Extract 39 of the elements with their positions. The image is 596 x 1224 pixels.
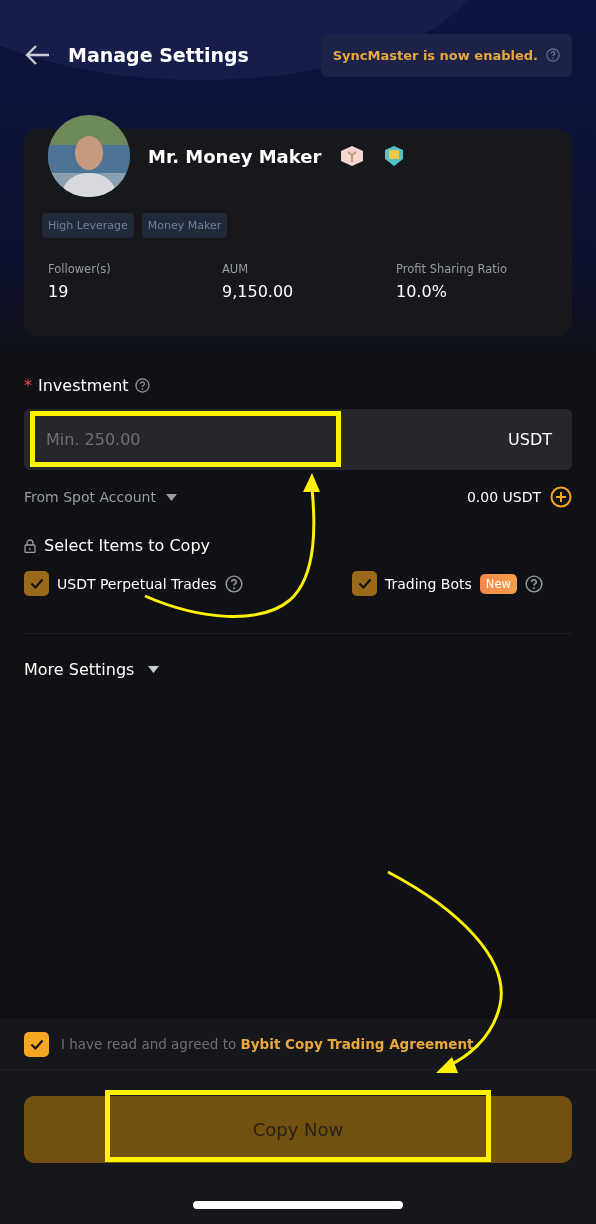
stat-value: 19 bbox=[48, 282, 70, 301]
more-settings-toggle[interactable]: More Settings bbox=[24, 660, 572, 679]
stat-value: 9,150.00 bbox=[222, 282, 295, 301]
unit-label: USDT bbox=[508, 430, 552, 449]
page-title: Manage Settings bbox=[68, 44, 249, 66]
trader-tag: High Leverage bbox=[42, 213, 134, 238]
caret-icon bbox=[165, 493, 177, 501]
trophy-badge-icon bbox=[383, 145, 406, 167]
caret-icon bbox=[148, 666, 160, 673]
balance-text: 0.00 USDT bbox=[466, 489, 541, 505]
agreement-text: I have read and agreed to Bybit Copy Trading Agreement bbox=[61, 1036, 474, 1052]
back-icon[interactable] bbox=[24, 44, 50, 66]
item-label: USDT Perpetual Trades bbox=[57, 575, 217, 592]
account-selector[interactable]: From Spot Account bbox=[24, 489, 177, 505]
help-icon[interactable] bbox=[224, 574, 243, 593]
required-mark: * bbox=[24, 376, 32, 395]
field-label: Investment bbox=[38, 376, 129, 395]
help-icon[interactable] bbox=[524, 574, 543, 593]
investment-input[interactable]: Min. 250.00 bbox=[44, 429, 304, 450]
lock-icon bbox=[24, 538, 36, 553]
new-badge: New bbox=[479, 573, 517, 594]
stat-label: AUM bbox=[222, 262, 250, 276]
stat-label: Profit Sharing Ratio bbox=[396, 262, 508, 276]
help-icon[interactable] bbox=[546, 48, 560, 62]
agreement-link[interactable]: Bybit Copy Trading Agreement bbox=[240, 1036, 474, 1052]
notice-text: SyncMaster is now enabled. bbox=[332, 47, 538, 63]
help-icon[interactable] bbox=[134, 378, 150, 393]
check-icon bbox=[357, 578, 372, 589]
section-title: Select Items to Copy bbox=[44, 536, 211, 555]
seedling-badge-icon bbox=[339, 145, 366, 167]
trader-tag: Money Maker bbox=[141, 213, 228, 238]
check-icon bbox=[29, 1038, 44, 1050]
stat-value: 10.0% bbox=[396, 282, 448, 301]
checkbox[interactable] bbox=[24, 1031, 49, 1057]
stat-label: Follower(s) bbox=[48, 262, 112, 276]
add-icon[interactable] bbox=[550, 486, 572, 508]
check-icon bbox=[29, 578, 44, 589]
trader-name: Mr. Money Maker bbox=[148, 145, 322, 167]
item-label: Trading Bots bbox=[385, 575, 472, 592]
